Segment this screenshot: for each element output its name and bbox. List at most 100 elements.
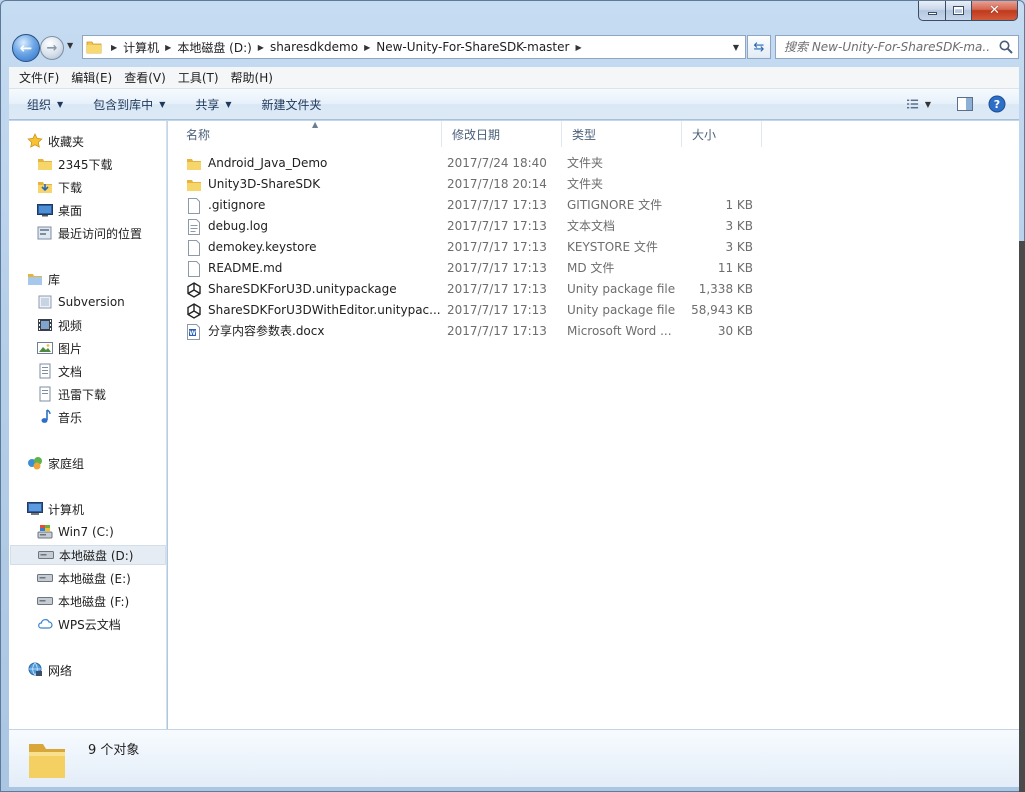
menu-help[interactable]: 帮助(H)	[225, 68, 279, 88]
breadcrumb-item-current-folder[interactable]: New-Unity-For-ShareSDK-master	[376, 40, 569, 54]
back-button[interactable]: ←	[12, 34, 40, 62]
file-row[interactable]: ShareSDKForU3D.unitypackage 2017/7/17 17…	[178, 279, 758, 300]
breadcrumb-separator-icon[interactable]: ▶	[105, 43, 123, 52]
file-icon	[186, 197, 202, 214]
file-row[interactable]: Unity3D-ShareSDK 2017/7/18 20:14 文件夹	[178, 174, 758, 195]
sidebar-computer[interactable]: 计算机	[27, 499, 84, 519]
new-folder-button[interactable]: 新建文件夹	[254, 92, 330, 116]
system-drive-icon	[37, 524, 53, 540]
sidebar-item-2345-downloads[interactable]: 2345下载	[37, 154, 113, 174]
file-row[interactable]: debug.log 2017/7/17 17:13 文本文档 3 KB	[178, 216, 758, 237]
window-edge	[1019, 241, 1025, 792]
breadcrumb: ▶ 计算机 ▶ 本地磁盘 (D:) ▶ sharesdkdemo ▶ New-U…	[105, 36, 588, 58]
sidebar-item-drive-e[interactable]: 本地磁盘 (E:)	[37, 568, 131, 588]
file-type: 文本文档	[567, 219, 616, 233]
maximize-button[interactable]	[946, 1, 972, 21]
text-file-icon	[186, 218, 202, 235]
sidebar-homegroup[interactable]: 家庭组	[27, 453, 84, 473]
sidebar-network[interactable]: 网络	[27, 660, 72, 680]
chevron-down-icon: ▼	[159, 99, 166, 109]
close-icon: ✕	[989, 3, 1000, 18]
network-icon	[27, 662, 43, 678]
chevron-down-icon[interactable]: ▼	[925, 100, 931, 109]
breadcrumb-separator-icon[interactable]: ▶	[252, 43, 270, 52]
sidebar-item-videos[interactable]: 视频	[37, 315, 82, 335]
breadcrumb-separator-icon[interactable]: ▶	[358, 43, 376, 52]
sidebar-item-desktop[interactable]: 桌面	[37, 200, 82, 220]
file-row[interactable]: README.md 2017/7/17 17:13 MD 文件 11 KB	[178, 258, 758, 279]
sidebar-libraries[interactable]: 库	[27, 269, 60, 289]
sidebar-item-documents[interactable]: 文档	[37, 361, 82, 381]
sidebar-item-downloads[interactable]: 下载	[37, 177, 82, 197]
column-header-label: 修改日期	[452, 127, 501, 142]
menu-view[interactable]: 查看(V)	[118, 68, 172, 88]
folder-icon	[37, 156, 53, 172]
breadcrumb-separator-icon[interactable]: ▶	[569, 43, 587, 52]
preview-pane-button[interactable]	[953, 93, 977, 115]
forward-arrow-icon: →	[46, 40, 58, 56]
file-row[interactable]: ShareSDKForU3DWithEditor.unitypac... 201…	[178, 300, 758, 321]
sidebar-item-drive-c[interactable]: Win7 (C:)	[37, 522, 114, 542]
file-name: README.md	[208, 261, 283, 275]
sidebar-item-pictures[interactable]: 图片	[37, 338, 82, 358]
sidebar-item-subversion[interactable]: Subversion	[37, 292, 125, 312]
file-name: Unity3D-ShareSDK	[208, 177, 321, 191]
file-row[interactable]: Android_Java_Demo 2017/7/24 18:40 文件夹	[178, 153, 758, 174]
sort-ascending-icon: ▲	[312, 120, 319, 129]
minimize-button[interactable]	[918, 1, 946, 21]
chevron-down-icon: ▼	[732, 42, 740, 52]
sidebar-item-label: 音乐	[58, 410, 83, 425]
include-in-library-button[interactable]: 包含到库中 ▼	[85, 92, 173, 116]
sidebar-item-music[interactable]: 音乐	[37, 407, 82, 427]
change-view-button[interactable]: ▼	[907, 93, 931, 115]
sidebar-item-label: 文档	[58, 364, 83, 379]
address-bar[interactable]: ▶ 计算机 ▶ 本地磁盘 (D:) ▶ sharesdkdemo ▶ New-U…	[82, 35, 746, 59]
refresh-button[interactable]: ⇆	[747, 35, 771, 59]
forward-button[interactable]: →	[40, 36, 64, 60]
breadcrumb-item-drive-d[interactable]: 本地磁盘 (D:)	[177, 39, 251, 56]
chevron-down-icon: ▼	[57, 99, 64, 109]
column-header-name[interactable]: 名称 ▲	[176, 120, 442, 147]
file-row[interactable]: demokey.keystore 2017/7/17 17:13 KEYSTOR…	[178, 237, 758, 258]
column-header-date[interactable]: 修改日期	[442, 121, 562, 147]
close-button[interactable]: ✕	[972, 1, 1018, 21]
minimize-icon	[927, 12, 937, 15]
column-header-type[interactable]: 类型	[562, 121, 682, 147]
help-button[interactable]: ?	[985, 93, 1009, 115]
chevron-down-icon: ▼	[225, 99, 232, 109]
file-icon	[186, 260, 202, 277]
column-header-size[interactable]: 大小	[682, 121, 762, 147]
breadcrumb-item-computer[interactable]: 计算机	[123, 39, 159, 56]
file-name: .gitignore	[208, 198, 266, 212]
sidebar-item-recent-places[interactable]: 最近访问的位置	[37, 223, 142, 243]
file-date: 2017/7/17 17:13	[447, 219, 547, 233]
documents-icon	[37, 363, 53, 379]
file-row[interactable]: .gitignore 2017/7/17 17:13 GITIGNORE 文件 …	[178, 195, 758, 216]
menu-file[interactable]: 文件(F)	[13, 68, 65, 88]
sidebar-item-label: 最近访问的位置	[58, 226, 143, 241]
share-button[interactable]: 共享 ▼	[187, 92, 239, 116]
chevron-down-icon: ▼	[67, 41, 74, 50]
recent-pages-dropdown[interactable]: ▼	[67, 41, 79, 55]
file-size: 58,943 KB	[691, 303, 753, 317]
search-input[interactable]	[784, 40, 989, 54]
menu-edit[interactable]: 编辑(E)	[65, 68, 118, 88]
organize-button[interactable]: 组织 ▼	[19, 92, 71, 116]
cloud-icon	[37, 616, 53, 632]
svg-text:W: W	[189, 330, 196, 337]
address-history-dropdown[interactable]: ▼	[727, 36, 745, 58]
menu-tools[interactable]: 工具(T)	[172, 68, 225, 88]
organize-label: 组织	[27, 97, 52, 112]
sidebar-item-wps-cloud[interactable]: WPS云文档	[37, 614, 121, 634]
breadcrumb-separator-icon[interactable]: ▶	[159, 43, 177, 52]
search-icon[interactable]	[998, 39, 1014, 55]
sidebar-item-xunlei-downloads[interactable]: 迅雷下载	[37, 384, 106, 404]
drive-icon	[37, 570, 53, 586]
breadcrumb-item-sharesdkdemo[interactable]: sharesdkdemo	[270, 40, 358, 54]
sidebar-item-drive-d[interactable]: 本地磁盘 (D:)	[10, 545, 166, 565]
sidebar-favorites[interactable]: 收藏夹	[27, 131, 84, 151]
pictures-icon	[37, 340, 53, 356]
search-box[interactable]	[775, 35, 1019, 59]
file-row[interactable]: W 分享内容参数表.docx 2017/7/17 17:13 Microsoft …	[178, 321, 758, 342]
sidebar-item-drive-f[interactable]: 本地磁盘 (F:)	[37, 591, 129, 611]
